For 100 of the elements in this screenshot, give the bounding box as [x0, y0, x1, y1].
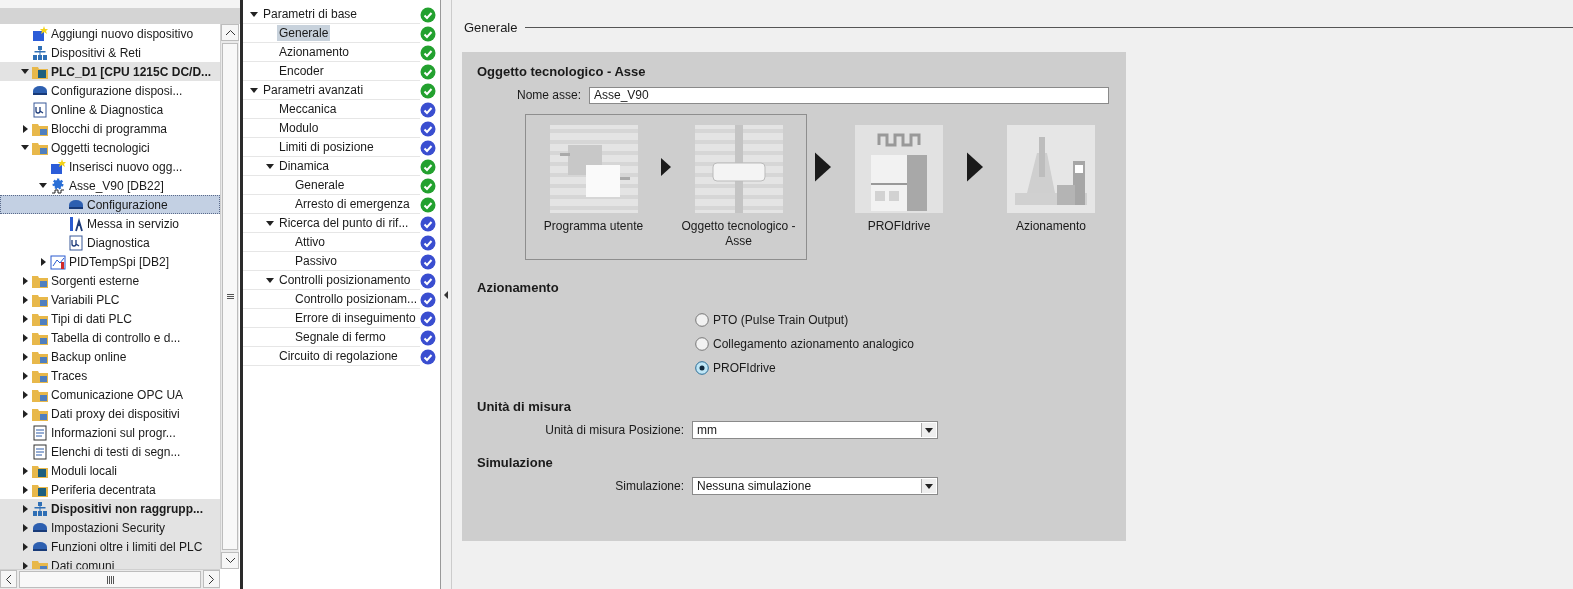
collapse-arrow-icon[interactable] — [21, 145, 29, 150]
expand-arrow-icon[interactable] — [22, 276, 28, 285]
step-label: Oggetto tecnologico - Asse — [680, 219, 797, 249]
tree-item[interactable]: Moduli locali — [0, 461, 220, 480]
collapse-arrow-icon[interactable] — [266, 220, 274, 226]
expand-arrow-icon[interactable] — [22, 390, 28, 399]
tree-item[interactable]: Asse_V90 [DB22] — [0, 176, 220, 195]
tree-item[interactable]: Variabili PLC — [0, 290, 220, 309]
navigation-item[interactable]: Generale — [277, 25, 331, 41]
expand-arrow-icon[interactable] — [22, 466, 28, 475]
tree-item[interactable]: Comunicazione OPC UA — [0, 385, 220, 404]
tree-item[interactable]: Dispositivi non raggrupp... — [0, 499, 220, 518]
step-label: Programma utente — [542, 219, 645, 235]
navigation-item[interactable]: Parametri di base — [261, 6, 360, 22]
scrollbar-thumb[interactable] — [19, 571, 201, 588]
tree-item[interactable]: Dati comuni — [0, 556, 220, 569]
expand-arrow-icon[interactable] — [22, 561, 28, 569]
expand-arrow-icon[interactable] — [22, 504, 28, 513]
navigation-item[interactable]: Meccanica — [277, 101, 339, 117]
navigation-item[interactable]: Circuito di regolazione — [277, 348, 400, 364]
expand-arrow-icon[interactable] — [22, 352, 28, 361]
collapse-arrow-icon[interactable] — [266, 277, 274, 283]
navigation-item[interactable]: Dinamica — [277, 158, 331, 174]
axis-name-field[interactable]: Asse_V90 — [589, 86, 1109, 104]
tree-item[interactable]: Informazioni sul progr... — [0, 423, 220, 442]
navigation-item[interactable]: Encoder — [277, 63, 326, 79]
section-heading: Azionamento — [477, 280, 560, 297]
tree-item[interactable]: PIDTempSpi [DB2] — [0, 252, 220, 271]
navigation-item[interactable]: Controllo posizionam... — [293, 291, 420, 307]
configuration-icon — [68, 199, 84, 210]
tree-item[interactable]: Periferia decentrata — [0, 480, 220, 499]
tree-item-label: Asse_V90 [DB22] — [69, 178, 164, 193]
radio-button[interactable] — [695, 312, 709, 327]
tree-item[interactable]: Aggiungi nuovo dispositivo — [0, 24, 220, 43]
dropdown[interactable]: mm — [692, 421, 938, 439]
tree-item[interactable]: Dati proxy dei dispositivi — [0, 404, 220, 423]
tree-item[interactable]: Sorgenti esterne — [0, 271, 220, 290]
section-title: Generale — [464, 19, 518, 35]
radio-button[interactable] — [695, 360, 709, 375]
scroll-down-button[interactable] — [221, 552, 239, 569]
expand-arrow-icon[interactable] — [22, 333, 28, 342]
tree-item[interactable]: Diagnostica — [0, 233, 220, 252]
navigation-item[interactable]: Limiti di posizione — [277, 139, 376, 155]
tree-item[interactable]: Configurazione — [0, 195, 220, 214]
collapse-arrow-icon[interactable] — [266, 163, 274, 169]
expand-arrow-icon[interactable] — [22, 542, 28, 551]
tree-item[interactable]: Backup online — [0, 347, 220, 366]
navigation-item[interactable]: Modulo — [277, 120, 321, 136]
tree-item[interactable]: Oggetti tecnologici — [0, 138, 220, 157]
expand-arrow-icon[interactable] — [22, 485, 28, 494]
navigation-item[interactable]: Parametri avanzati — [261, 82, 366, 98]
gear-icon — [50, 177, 66, 194]
navigation-item[interactable]: Generale — [293, 177, 347, 193]
tree-item[interactable]: Online & Diagnostica — [0, 100, 220, 119]
tree-item[interactable]: Messa in servizio — [0, 214, 220, 233]
tree-item[interactable]: Funzioni oltre i limiti del PLC — [0, 537, 220, 556]
navigation-item[interactable]: Ricerca del punto di rif... — [277, 215, 411, 231]
dropdown[interactable]: Nessuna simulazione — [692, 477, 938, 495]
radio-button[interactable] — [695, 336, 709, 351]
navigation-item[interactable]: Azionamento — [277, 44, 352, 60]
navigation-item[interactable]: Arresto di emergenza — [293, 196, 412, 212]
collapse-arrow-icon[interactable] — [21, 69, 29, 74]
scroll-up-button[interactable] — [221, 24, 239, 41]
tree-item-label: PIDTempSpi [DB2] — [69, 254, 170, 269]
collapse-arrow-icon[interactable] — [250, 11, 258, 17]
tree-item[interactable]: Inserisci nuovo ogg... — [0, 157, 220, 176]
tree-item-label: Dispositivi & Reti — [51, 45, 142, 60]
navigation-item[interactable]: Controlli posizionamento — [277, 272, 413, 288]
scrollbar-thumb[interactable] — [222, 43, 238, 550]
scroll-right-button[interactable] — [203, 570, 220, 588]
expand-arrow-icon[interactable] — [40, 257, 46, 266]
tree-item-label: Oggetti tecnologici — [51, 140, 150, 155]
expand-arrow-icon[interactable] — [22, 371, 28, 380]
collapse-arrow-icon[interactable] — [39, 183, 47, 188]
expand-arrow-icon[interactable] — [22, 523, 28, 532]
tree-item[interactable]: Dispositivi & Reti — [0, 43, 220, 62]
navigation-item[interactable]: Attivo — [293, 234, 327, 250]
expand-arrow-icon[interactable] — [22, 295, 28, 304]
tree-item[interactable]: Configurazione disposi... — [0, 81, 220, 100]
tree-item[interactable]: Impostazioni Security — [0, 518, 220, 537]
chevron-right-icon — [209, 574, 214, 584]
navigation-item[interactable]: Passivo — [293, 253, 340, 269]
tree-item-label: Impostazioni Security — [51, 520, 166, 535]
radio-label: Collegamento azionamento analogico — [713, 336, 914, 351]
tree-item[interactable]: Tabella di controllo e d... — [0, 328, 220, 347]
tree-item[interactable]: Elenchi di testi di segn... — [0, 442, 220, 461]
tree-item[interactable]: PLC_D1 [CPU 1215C DC/D... — [0, 62, 220, 81]
expand-arrow-icon[interactable] — [22, 314, 28, 323]
expand-arrow-icon[interactable] — [22, 409, 28, 418]
collapse-left-icon[interactable] — [444, 290, 448, 299]
collapse-arrow-icon[interactable] — [250, 87, 258, 93]
expand-arrow-icon[interactable] — [22, 124, 28, 133]
tree-item[interactable]: Traces — [0, 366, 220, 385]
tree-item-label: Aggiungi nuovo dispositivo — [51, 26, 194, 41]
navigation-item[interactable]: Errore di inseguimento — [293, 310, 418, 326]
navigation-item[interactable]: Segnale di fermo — [293, 329, 388, 345]
scroll-left-button[interactable] — [0, 570, 17, 588]
tree-item-label: Online & Diagnostica — [51, 102, 164, 117]
tree-item[interactable]: Tipi di dati PLC — [0, 309, 220, 328]
tree-item[interactable]: Blocchi di programma — [0, 119, 220, 138]
